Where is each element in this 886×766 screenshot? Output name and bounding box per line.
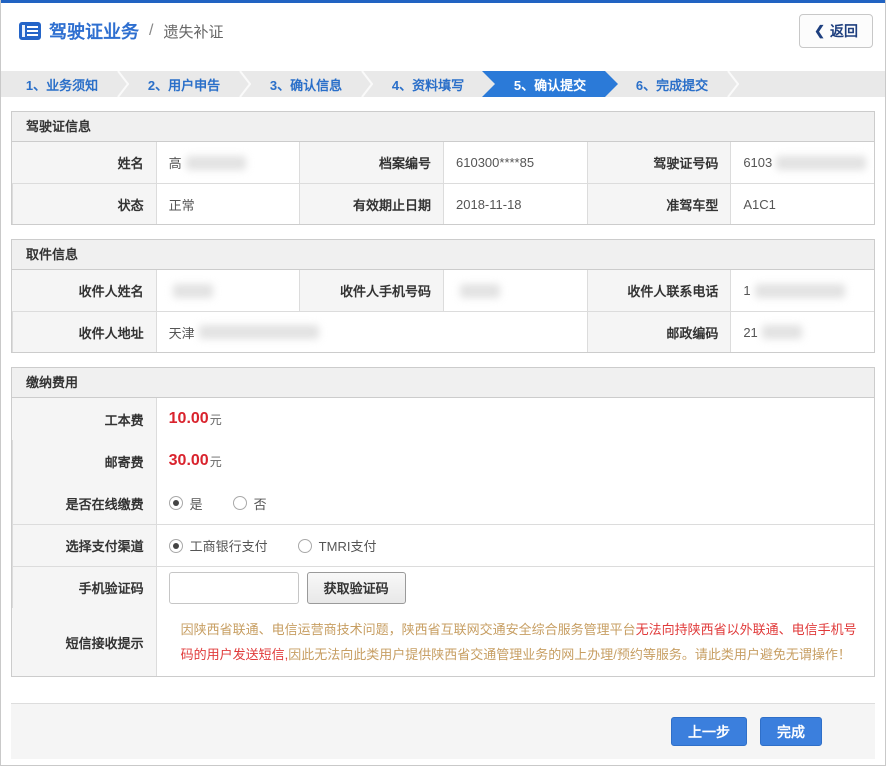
expiry-value: 2018-11-18: [443, 183, 587, 224]
work-fee-label: 工本费: [12, 398, 156, 440]
tab-step-1-label: 1、业务须知: [26, 75, 98, 94]
breadcrumb-separator: /: [149, 22, 153, 40]
tab-step-4[interactable]: 4、资料填写: [367, 71, 489, 97]
back-button[interactable]: ❮ 返回: [799, 14, 873, 48]
name-label: 姓名: [12, 142, 156, 183]
sms-notice-label: 短信接收提示: [12, 608, 156, 676]
sms-notice-value: 因陕西省联通、电信运营商技术问题，陕西省互联网交通安全综合服务管理平台无法向持陕…: [156, 608, 874, 676]
radio-selected-icon: [169, 496, 183, 510]
redacted-blur: [776, 156, 866, 170]
get-code-button[interactable]: 获取验证码: [307, 572, 406, 604]
tab-separator-icon: [117, 71, 129, 97]
tab-step-2[interactable]: 2、用户申告: [123, 71, 245, 97]
payment-section: 缴纳费用 工本费 10.00元 邮寄费 30.00元 是否在线缴费 是 否 选择…: [11, 367, 875, 677]
status-value: 正常: [156, 183, 300, 224]
tab-step-3[interactable]: 3、确认信息: [245, 71, 367, 97]
online-pay-label: 是否在线缴费: [12, 482, 156, 524]
footer-action-bar: 上一步 完成: [11, 703, 875, 759]
tab-step-5-label: 5、确认提交: [514, 75, 586, 94]
sms-code-label: 手机验证码: [12, 566, 156, 608]
vehicle-class-value: A1C1: [730, 183, 874, 224]
radio-online-no[interactable]: 否: [233, 494, 267, 513]
license-info-section: 驾驶证信息 姓名 高 档案编号 610300****85 驾驶证号码 6103 …: [11, 111, 875, 225]
license-table: 姓名 高 档案编号 610300****85 驾驶证号码 6103 状态 正常 …: [12, 142, 874, 224]
postal-code-label: 邮政编码: [587, 311, 731, 352]
step-tabs: 1、业务须知 2、用户申告 3、确认信息 4、资料填写 5、确认提交 6、完成提…: [1, 71, 885, 97]
redacted-blur: [186, 156, 246, 170]
radio-selected-icon: [169, 539, 183, 553]
license-no-value: 6103: [730, 142, 874, 183]
header: 驾驶证业务 / 遗失补证 ❮ 返回: [1, 3, 885, 59]
main-content: 驾驶证信息 姓名 高 档案编号 610300****85 驾驶证号码 6103 …: [1, 111, 885, 677]
finish-button[interactable]: 完成: [760, 717, 822, 746]
back-button-label: 返回: [830, 21, 858, 41]
recipient-address-value: 天津: [156, 311, 587, 352]
name-value: 高: [156, 142, 300, 183]
recipient-address-label: 收件人地址: [12, 311, 156, 352]
pay-channel-label: 选择支付渠道: [12, 524, 156, 566]
pay-channel-options: 工商银行支付 TMRI支付: [156, 524, 874, 566]
recipient-name-label: 收件人姓名: [12, 270, 156, 311]
tab-separator-icon: [239, 71, 251, 97]
page-title: 驾驶证业务: [49, 18, 139, 44]
chevron-left-icon: ❮: [814, 23, 825, 39]
recipient-mobile-label: 收件人手机号码: [299, 270, 443, 311]
redacted-blur: [460, 284, 500, 298]
delivery-table: 收件人姓名 收件人手机号码 收件人联系电话 1 收件人地址 天津 邮政编码 21: [12, 270, 874, 352]
tab-step-5[interactable]: 5、确认提交: [482, 71, 618, 97]
vehicle-class-label: 准驾车型: [587, 183, 731, 224]
previous-step-button[interactable]: 上一步: [671, 717, 747, 746]
radio-channel-tmri-label: TMRI支付: [319, 536, 377, 555]
tab-step-2-label: 2、用户申告: [148, 75, 220, 94]
tab-separator-icon: [727, 71, 739, 97]
recipient-mobile-value: [443, 270, 587, 311]
redacted-blur: [762, 325, 802, 339]
tab-separator-icon: [361, 71, 373, 97]
postage-fee-label: 邮寄费: [12, 440, 156, 482]
file-no-label: 档案编号: [299, 142, 443, 183]
tab-step-4-label: 4、资料填写: [392, 75, 464, 94]
payment-section-title: 缴纳费用: [12, 368, 874, 398]
delivery-section-title: 取件信息: [12, 240, 874, 270]
sms-code-row: 获取验证码: [156, 566, 874, 608]
radio-online-yes[interactable]: 是: [169, 494, 203, 513]
radio-channel-icbc-label: 工商银行支付: [190, 536, 268, 555]
file-no-value: 610300****85: [443, 142, 587, 183]
sms-notice-text: 因陕西省联通、电信运营商技术问题，陕西省互联网交通安全综合服务管理平台无法向持陕…: [169, 609, 874, 675]
payment-table: 工本费 10.00元 邮寄费 30.00元 是否在线缴费 是 否 选择支付渠道 …: [12, 398, 874, 676]
radio-channel-tmri[interactable]: TMRI支付: [298, 536, 377, 555]
tab-step-3-label: 3、确认信息: [270, 75, 342, 94]
status-label: 状态: [12, 183, 156, 224]
redacted-blur: [173, 284, 213, 298]
redacted-blur: [199, 325, 319, 339]
sms-code-input[interactable]: [169, 572, 299, 604]
step-tabs-bar: 1、业务须知 2、用户申告 3、确认信息 4、资料填写 5、确认提交 6、完成提…: [1, 71, 885, 97]
recipient-phone-value: 1: [730, 270, 874, 311]
tab-step-6-label: 6、完成提交: [636, 75, 708, 94]
postal-code-value: 21: [730, 311, 874, 352]
tab-step-6[interactable]: 6、完成提交: [611, 71, 733, 97]
recipient-name-value: [156, 270, 300, 311]
work-fee-value: 10.00元: [156, 398, 874, 440]
online-pay-options: 是 否: [156, 482, 874, 524]
postage-fee-value: 30.00元: [156, 440, 874, 482]
radio-channel-icbc[interactable]: 工商银行支付: [169, 536, 268, 555]
page-subtitle: 遗失补证: [163, 21, 223, 42]
page: 驾驶证业务 / 遗失补证 ❮ 返回 1、业务须知 2、用户申告 3、确认信息 4…: [0, 0, 886, 766]
breadcrumb: 驾驶证业务 / 遗失补证: [19, 18, 223, 44]
radio-online-yes-label: 是: [190, 494, 203, 513]
license-section-title: 驾驶证信息: [12, 112, 874, 142]
redacted-blur: [755, 284, 845, 298]
list-icon: [19, 22, 41, 40]
tab-step-1[interactable]: 1、业务须知: [1, 71, 123, 97]
delivery-info-section: 取件信息 收件人姓名 收件人手机号码 收件人联系电话 1 收件人地址 天津 邮政…: [11, 239, 875, 353]
radio-online-no-label: 否: [254, 494, 267, 513]
license-no-label: 驾驶证号码: [587, 142, 731, 183]
radio-unselected-icon: [233, 496, 247, 510]
recipient-phone-label: 收件人联系电话: [587, 270, 731, 311]
expiry-label: 有效期止日期: [299, 183, 443, 224]
radio-unselected-icon: [298, 539, 312, 553]
